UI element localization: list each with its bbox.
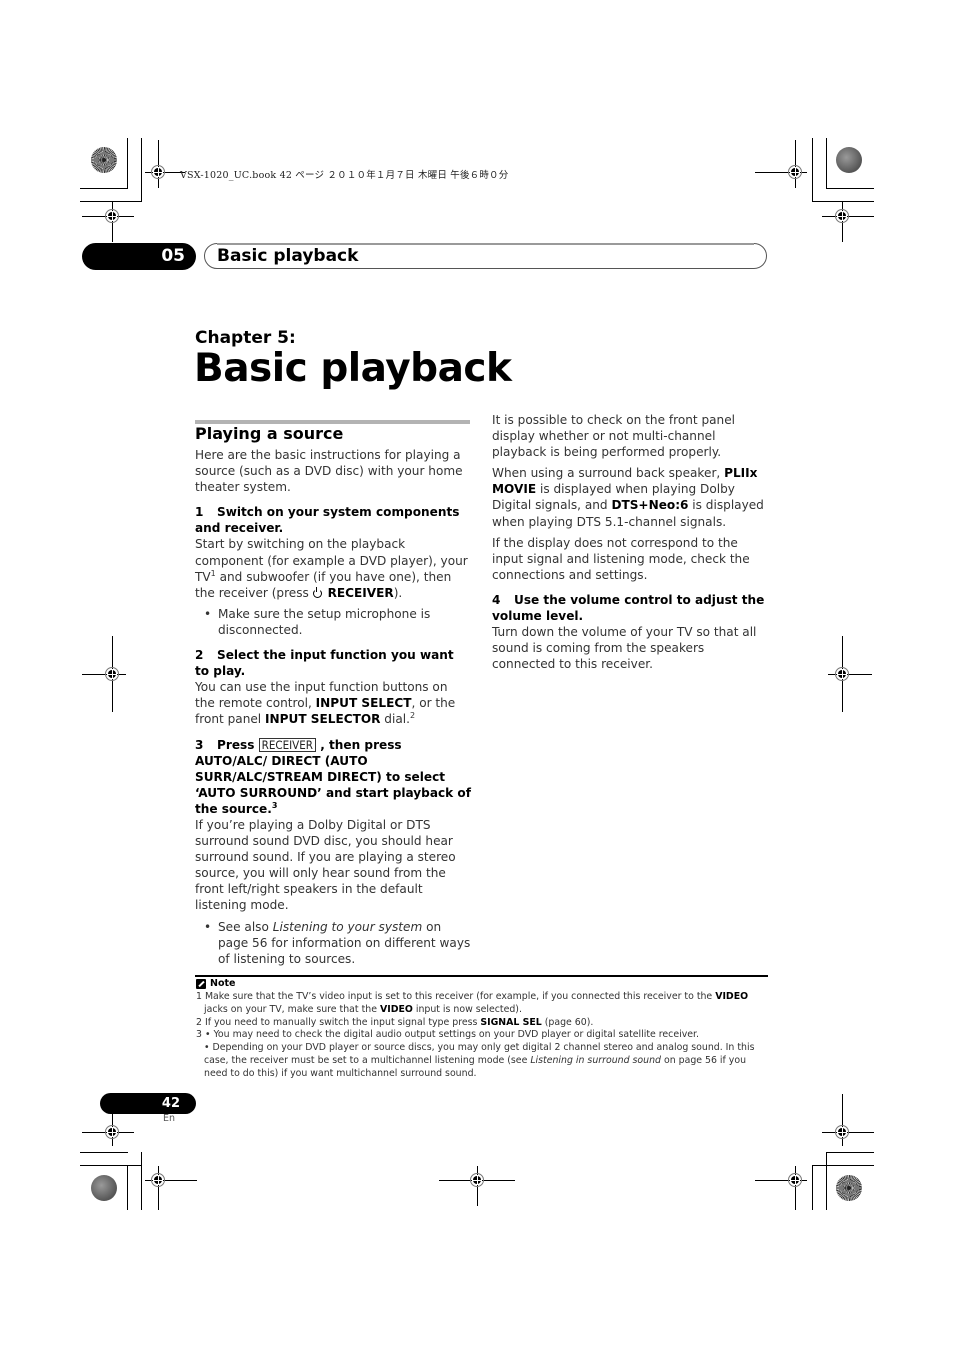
crop-line <box>80 1165 142 1166</box>
step-3-body: If you’re playing a Dolby Digital or DTS… <box>195 817 456 913</box>
step-3-heading: 3 Press RECEIVER , then press AUTO/ALC/ D… <box>195 737 471 816</box>
crop-line <box>141 1152 142 1210</box>
step-3-bullet: See also Listening to your system on pag… <box>195 919 471 967</box>
page-number: 42 <box>100 1093 196 1114</box>
section-intro: Here are the basic instructions for play… <box>195 448 463 495</box>
page-language: En <box>163 1113 176 1124</box>
section-title: Playing a source <box>195 424 344 443</box>
display-mismatch-paragraph: If the display does not correspond to th… <box>492 535 750 582</box>
step-1-heading: 1 Switch on your system components and re… <box>195 505 460 536</box>
chapter-label: Chapter 5: <box>195 328 296 348</box>
footnote-2: 2 If you need to manually switch the inp… <box>196 1016 594 1028</box>
crop-line <box>812 1165 874 1166</box>
step-1-bullet: Make sure the setup microphone is discon… <box>195 606 471 638</box>
right-column: It is possible to check on the front pan… <box>492 412 768 672</box>
step-4-heading: 4 Use the volume control to adjust the vo… <box>492 592 765 624</box>
chapter-title: Basic playback <box>194 346 512 391</box>
crop-line <box>127 138 128 188</box>
power-icon <box>312 586 322 598</box>
left-column: Here are the basic instructions for play… <box>195 447 471 967</box>
footnote-3c: case, the receiver must be set to a mult… <box>204 1054 747 1066</box>
note-heading: Note <box>196 978 235 989</box>
color-target-icon <box>91 147 117 173</box>
color-target-icon <box>91 1175 117 1201</box>
surround-back-paragraph: When using a surround back speaker, PLII… <box>492 466 764 529</box>
crop-line <box>826 1152 827 1210</box>
chapter-number-badge: 05 <box>82 243 196 270</box>
print-meta-header: VSX-1020_UC.book 42 ページ ２０１０年１月７日 木曜日 午後… <box>180 170 509 181</box>
display-check-paragraph: It is possible to check on the front pan… <box>492 413 736 460</box>
crop-line <box>812 201 874 202</box>
step-4-body: Turn down the volume of your TV so that … <box>492 625 757 672</box>
crop-line <box>812 138 813 202</box>
crop-line <box>826 188 874 189</box>
receiver-button-key: RECEIVER <box>258 737 316 752</box>
footnote-3d: need to do this) if you want multichanne… <box>204 1067 477 1079</box>
footnote-1: 1 Make sure that the TV’s video input is… <box>196 991 749 1002</box>
color-target-icon <box>836 147 862 173</box>
receiver-key: RECEIVER <box>327 585 394 600</box>
crop-line <box>80 1152 128 1153</box>
crop-line <box>141 138 142 202</box>
step-1-body: Start by switching on the playback compo… <box>195 537 468 600</box>
cross-reference-link: Listening to your system <box>272 919 423 934</box>
crop-line <box>80 201 142 202</box>
footnote-1-cont: jacks on your TV, make sure that the VID… <box>204 1003 522 1015</box>
footnote-3a: 3 • You may need to check the digital au… <box>196 1029 699 1041</box>
footnote-3b: • Depending on your DVD player or source… <box>204 1042 755 1054</box>
input-select-key: INPUT SELECT <box>315 696 412 711</box>
input-selector-key: INPUT SELECTOR <box>265 712 381 727</box>
chapter-tab-title: Basic playback <box>217 246 359 266</box>
color-target-icon <box>836 1175 862 1201</box>
crop-line <box>826 138 827 188</box>
step-2-body: You can use the input function buttons o… <box>195 680 456 727</box>
pencil-note-icon <box>196 978 206 989</box>
crop-line <box>80 188 128 189</box>
step-2-heading: 2 Select the input function you want to p… <box>195 648 454 679</box>
crop-line <box>812 1165 813 1210</box>
note-divider <box>195 975 768 977</box>
footnotes: 1 Make sure that the TV’s video input is… <box>196 991 768 1081</box>
crop-line <box>826 1152 874 1153</box>
crop-line <box>127 1165 128 1210</box>
